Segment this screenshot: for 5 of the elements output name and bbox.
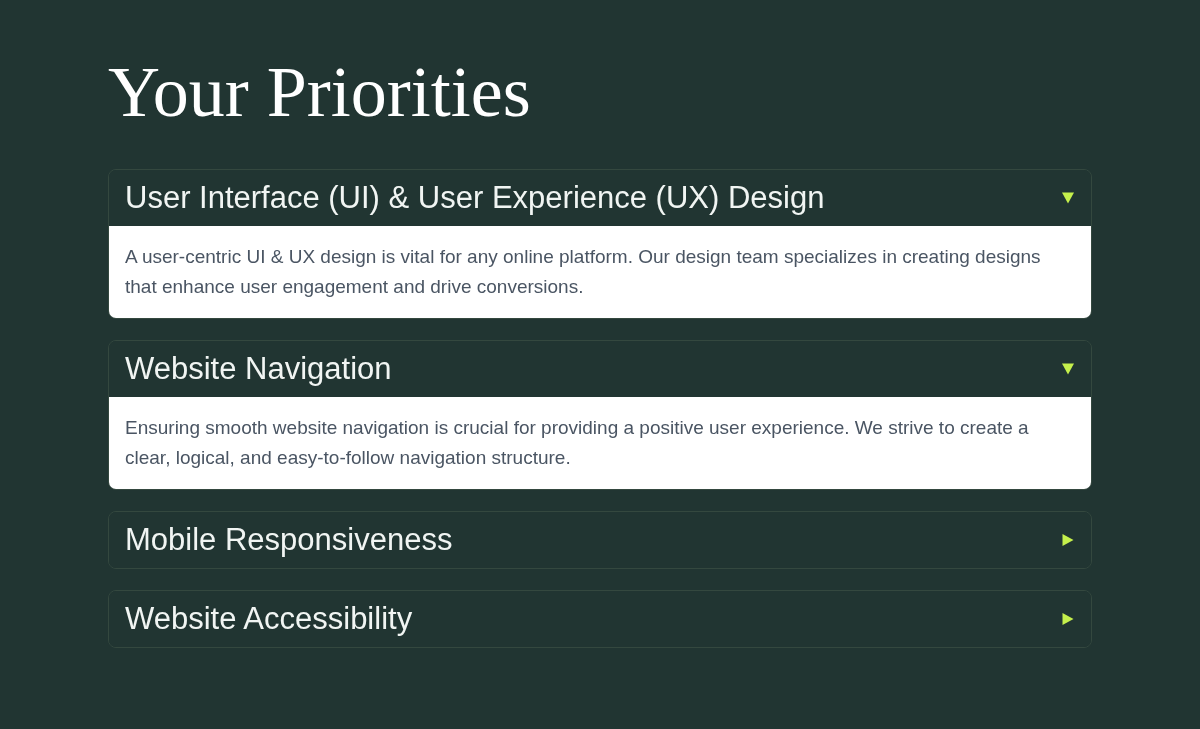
accordion-header[interactable]: Mobile Responsiveness	[109, 512, 1091, 568]
accordion-body-text: Ensuring smooth website navigation is crucial for providing a positive user experience. We strive to create a clear, logical, and easy-to-follow navigation structure.	[109, 397, 1091, 489]
page-heading: Your Priorities	[108, 52, 531, 132]
accordion-header[interactable]: Website Accessibility	[109, 591, 1091, 647]
accordion-body-text: A user-centric UI & UX design is vital for any online platform. Our design team specializes in creating designs that enhance user engagement and drive conversions.	[109, 226, 1091, 318]
